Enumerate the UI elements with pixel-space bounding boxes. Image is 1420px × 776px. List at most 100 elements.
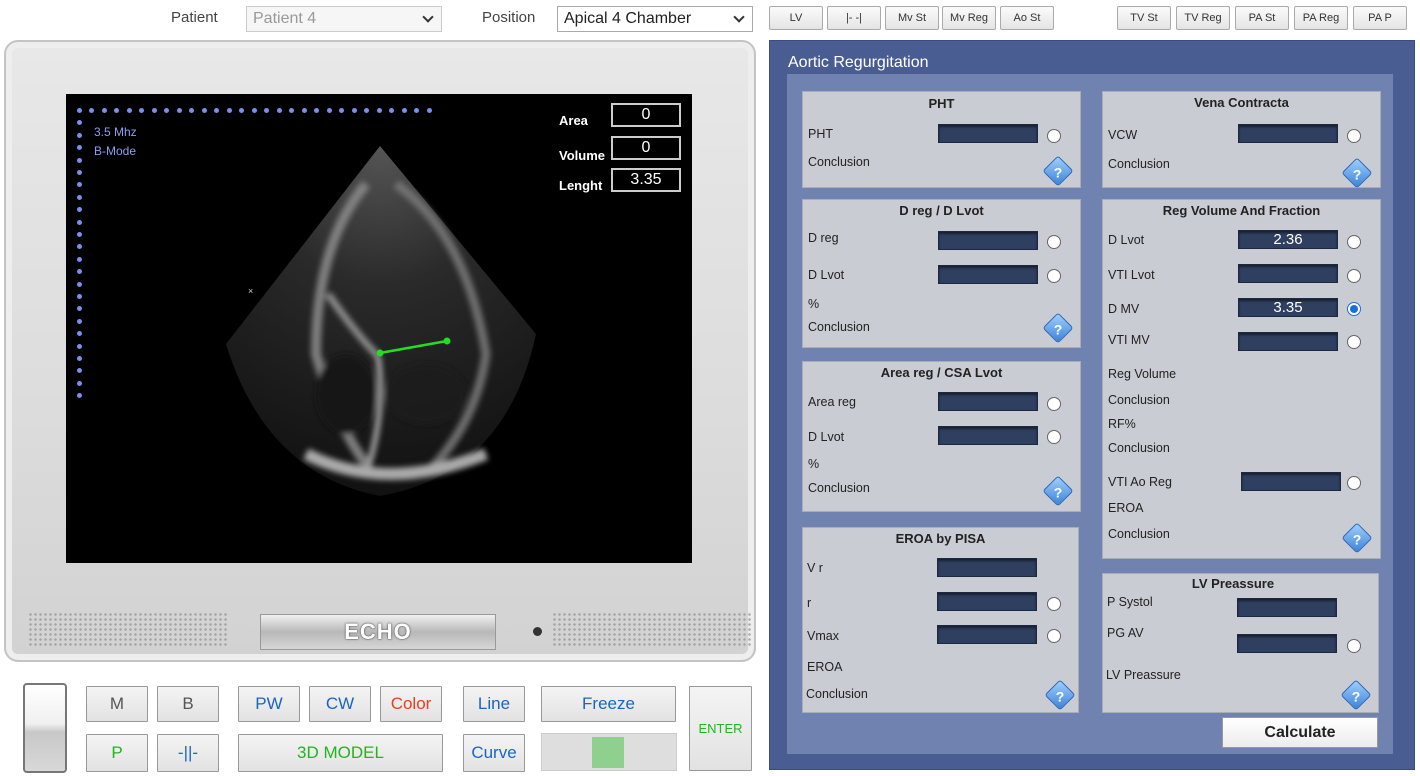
pht-conclusion-label: Conclusion — [808, 155, 870, 169]
curve-button[interactable]: Curve — [463, 734, 525, 772]
scale-dot — [201, 108, 207, 113]
eroa-card-title: EROA by PISA — [895, 531, 986, 546]
pht-field[interactable] — [938, 124, 1038, 143]
pg-av-field[interactable] — [1237, 634, 1337, 653]
vcw-radio[interactable] — [1347, 129, 1361, 143]
vmax-radio[interactable] — [1047, 629, 1061, 643]
dreg-dlvot-label: D Lvot — [808, 268, 845, 282]
frequency-text: 3.5 Mhz — [94, 125, 137, 139]
vr-field[interactable] — [937, 558, 1037, 577]
patient-select[interactable]: Patient 4 — [246, 6, 442, 32]
vcw-field[interactable] — [1238, 124, 1338, 143]
mode-button-mv-reg[interactable]: Mv Reg — [942, 6, 996, 30]
measure-handle-end[interactable] — [443, 337, 451, 345]
dreg-dlvot-field[interactable] — [938, 265, 1038, 284]
scale-dot — [77, 380, 82, 386]
rf-label: RF% — [1108, 417, 1136, 431]
dreg-conclusion-label: Conclusion — [808, 320, 870, 334]
scale-dot — [364, 108, 369, 113]
3d-model-button[interactable]: 3D MODEL — [238, 734, 443, 772]
vti-mv-radio[interactable] — [1347, 335, 1361, 349]
scale-dot — [126, 108, 132, 113]
mode-button-mv-st[interactable]: Mv St — [885, 6, 939, 30]
regvol-dlvot-radio[interactable] — [1347, 235, 1361, 249]
eroa-conclusion-label: Conclusion — [806, 687, 868, 701]
scale-dot — [276, 108, 282, 113]
dreg-dlvot-radio[interactable] — [1047, 269, 1061, 283]
pg-av-radio[interactable] — [1347, 639, 1361, 653]
dmv-radio[interactable] — [1347, 302, 1361, 316]
r-field[interactable] — [937, 592, 1037, 611]
regvol-eroa-label: EROA — [1108, 501, 1144, 515]
eroa-conclusion-label-2: Conclusion — [1108, 527, 1170, 541]
dreg-percent-label: % — [808, 297, 820, 311]
vti-lvot-radio[interactable] — [1347, 269, 1361, 283]
mode-button-pa-st[interactable]: PA St — [1235, 6, 1289, 30]
power-switch[interactable] — [23, 683, 67, 773]
vti-ao-reg-radio[interactable] — [1347, 476, 1361, 490]
vti-mv-field[interactable] — [1238, 332, 1338, 351]
brand-badge: ECHO — [260, 614, 496, 650]
vti-ao-reg-label: VTI Ao Reg — [1108, 475, 1172, 489]
cw-button[interactable]: CW — [309, 686, 371, 722]
pht-radio[interactable] — [1047, 129, 1061, 143]
scale-dot — [264, 108, 269, 113]
p-button[interactable]: P — [86, 734, 148, 772]
scale-dot — [389, 108, 394, 113]
patient-select-value: Patient 4 — [253, 10, 317, 27]
dreg-field[interactable] — [938, 231, 1038, 250]
r-radio[interactable] — [1047, 597, 1061, 611]
area-percent-label: % — [808, 457, 820, 471]
color-doppler-button[interactable]: Color — [380, 686, 442, 722]
scale-dot — [77, 219, 82, 225]
scale-dot — [89, 108, 94, 113]
mode-button-measure[interactable]: |- -| — [827, 6, 881, 30]
volume-readout: 0 — [611, 136, 681, 160]
split-button[interactable]: -||- — [157, 734, 219, 772]
pw-button[interactable]: PW — [238, 686, 300, 722]
mode-button-ao-st[interactable]: Ao St — [1000, 6, 1054, 30]
m-mode-button[interactable]: M — [86, 686, 148, 722]
dmv-field[interactable]: 3.35 — [1238, 298, 1338, 317]
gain-slider-thumb[interactable] — [592, 737, 624, 768]
help-glyph: ? — [1053, 164, 1063, 181]
scale-dot — [326, 108, 332, 113]
mode-button-pa-p[interactable]: PA P — [1353, 6, 1407, 30]
help-glyph: ? — [1352, 166, 1362, 183]
scale-dot — [164, 108, 169, 113]
position-select[interactable]: Apical 4 Chamber — [557, 6, 753, 32]
scale-dot — [77, 170, 82, 175]
area-dlvot-field[interactable] — [938, 426, 1038, 445]
dreg-radio[interactable] — [1047, 235, 1061, 249]
vcw-label: VCW — [1108, 128, 1138, 142]
mode-button-tv-st[interactable]: TV St — [1117, 6, 1171, 30]
calculate-button[interactable]: Calculate — [1222, 717, 1378, 748]
measure-handle-start[interactable] — [376, 349, 384, 357]
scale-dot — [414, 108, 419, 113]
mode-button-pa-reg[interactable]: PA Reg — [1294, 6, 1348, 30]
reg-volume-label: Reg Volume — [1108, 367, 1177, 381]
area-dlvot-radio[interactable] — [1047, 430, 1061, 444]
vti-lvot-field[interactable] — [1238, 264, 1338, 283]
b-mode-button[interactable]: B — [157, 686, 219, 722]
mode-button-lv[interactable]: LV — [769, 6, 823, 30]
help-glyph: ? — [1351, 688, 1361, 705]
vena-contracta-card-title: Vena Contracta — [1194, 95, 1289, 110]
ultrasound-screen[interactable]: × — [66, 94, 692, 563]
line-button[interactable]: Line — [463, 686, 525, 722]
area-reg-radio[interactable] — [1047, 397, 1061, 411]
area-reg-field[interactable] — [938, 392, 1038, 411]
freeze-button[interactable]: Freeze — [541, 686, 676, 722]
area-label: Area — [559, 113, 588, 128]
enter-button[interactable]: ENTER — [689, 686, 752, 771]
scale-dot — [376, 108, 382, 113]
regvol-dlvot-field[interactable]: 2.36 — [1238, 230, 1338, 249]
scale-dot — [401, 108, 407, 113]
mode-button-tv-reg[interactable]: TV Reg — [1176, 6, 1230, 30]
scale-dot — [426, 108, 432, 113]
vmax-field[interactable] — [937, 625, 1037, 644]
p-systol-field[interactable] — [1237, 598, 1337, 617]
scale-dot — [77, 356, 82, 361]
power-led — [533, 627, 542, 636]
vti-ao-reg-field[interactable] — [1241, 472, 1341, 491]
